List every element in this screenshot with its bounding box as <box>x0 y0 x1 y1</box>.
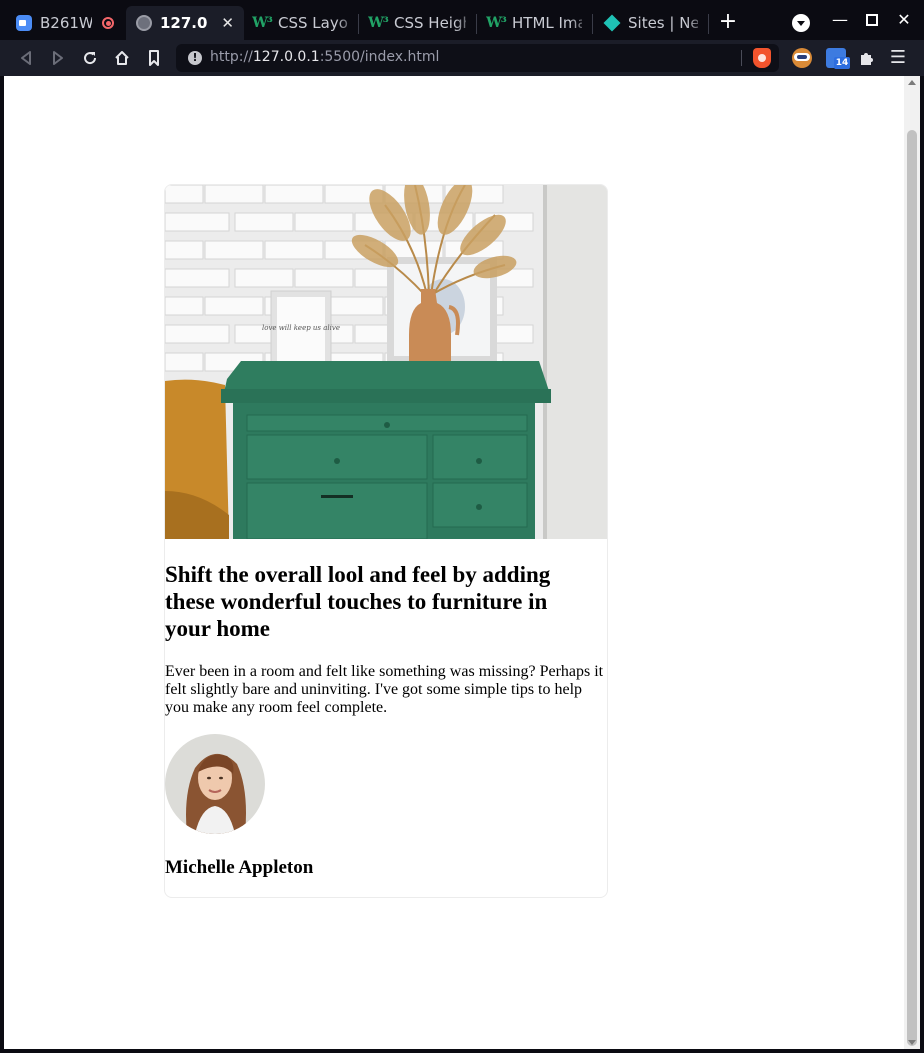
globe-icon <box>136 15 152 31</box>
new-tab-button[interactable]: + <box>716 10 740 34</box>
card-title: Shift the overall lool and feel by addin… <box>165 562 551 641</box>
back-icon[interactable] <box>16 48 36 68</box>
tab-title: B261WD <box>40 14 92 32</box>
author-name: Michelle Appleton <box>165 857 314 878</box>
w3schools-icon: W³ <box>486 15 507 31</box>
tab-css-height[interactable]: W³ CSS Height <box>360 6 476 40</box>
menu-icon[interactable]: ☰ <box>888 48 908 68</box>
reload-icon[interactable] <box>80 48 100 68</box>
tab-separator <box>708 14 709 34</box>
page-viewport: love will keep us alive Shift the overal… <box>4 76 904 1049</box>
netlify-icon <box>603 14 621 32</box>
home-icon[interactable] <box>112 48 132 68</box>
brave-shields-icon[interactable] <box>753 48 771 68</box>
scrollbar-thumb[interactable] <box>907 130 917 1046</box>
forward-icon[interactable] <box>48 48 68 68</box>
recording-icon <box>100 15 116 31</box>
close-tab-icon[interactable]: ✕ <box>221 14 234 32</box>
zoom-video-icon <box>16 15 32 31</box>
tab-separator <box>476 14 477 34</box>
tab-localhost[interactable]: 127.0.0.1 ✕ <box>126 6 244 40</box>
tab-strip: B261WD 127.0.0.1 ✕ W³ CSS Layout W³ CSS … <box>0 0 924 40</box>
extension-badge: 14 <box>834 57 850 69</box>
scroll-down-icon[interactable] <box>908 1040 916 1045</box>
scroll-up-icon[interactable] <box>908 80 916 85</box>
owl-extension-icon[interactable] <box>792 48 812 68</box>
vertical-scrollbar[interactable] <box>904 76 920 1049</box>
minimize-button[interactable]: — <box>830 10 850 30</box>
card-description: Ever been in a room and felt like someth… <box>165 663 604 716</box>
author-avatar <box>165 734 265 834</box>
address-bar[interactable]: ! http://127.0.0.1:5500/index.html <box>176 44 779 72</box>
card-hero-image: love will keep us alive <box>165 185 607 539</box>
extensions-puzzle-icon[interactable] <box>856 48 876 68</box>
furniture-photo: love will keep us alive <box>165 185 607 539</box>
browser-toolbar: ! http://127.0.0.1:5500/index.html ☰ <box>0 40 924 76</box>
site-info-icon[interactable]: ! <box>188 51 202 65</box>
w3schools-icon: W³ <box>368 15 389 31</box>
tab-html-images[interactable]: W³ HTML Imag <box>478 6 592 40</box>
tab-separator <box>592 14 593 34</box>
tab-netlify-sites[interactable]: Sites | Netlif <box>594 6 708 40</box>
window-frame-right <box>920 76 924 1053</box>
w3schools-icon: W³ <box>252 15 273 31</box>
artwork-text: love will keep us alive <box>262 324 340 332</box>
tab-separator <box>358 14 359 34</box>
tab-css-layout[interactable]: W³ CSS Layout <box>244 6 358 40</box>
url-text: http://127.0.0.1:5500/index.html <box>210 49 439 65</box>
close-window-button[interactable]: ✕ <box>894 10 914 30</box>
url-scheme: http:// <box>210 49 253 65</box>
author-photo <box>165 734 265 834</box>
url-path: :5500/index.html <box>319 49 440 65</box>
window-frame-bottom <box>0 1049 924 1053</box>
address-divider <box>741 50 742 66</box>
url-host: 127.0.0.1 <box>252 49 320 65</box>
tab-title: 127.0.0.1 <box>160 14 209 32</box>
bookmark-icon[interactable] <box>144 48 164 68</box>
blog-card: love will keep us alive Shift the overal… <box>164 184 608 898</box>
tab-zoom-meeting[interactable]: B261WD <box>6 6 126 40</box>
tab-search-icon[interactable] <box>792 14 810 32</box>
maximize-button[interactable] <box>862 10 882 30</box>
